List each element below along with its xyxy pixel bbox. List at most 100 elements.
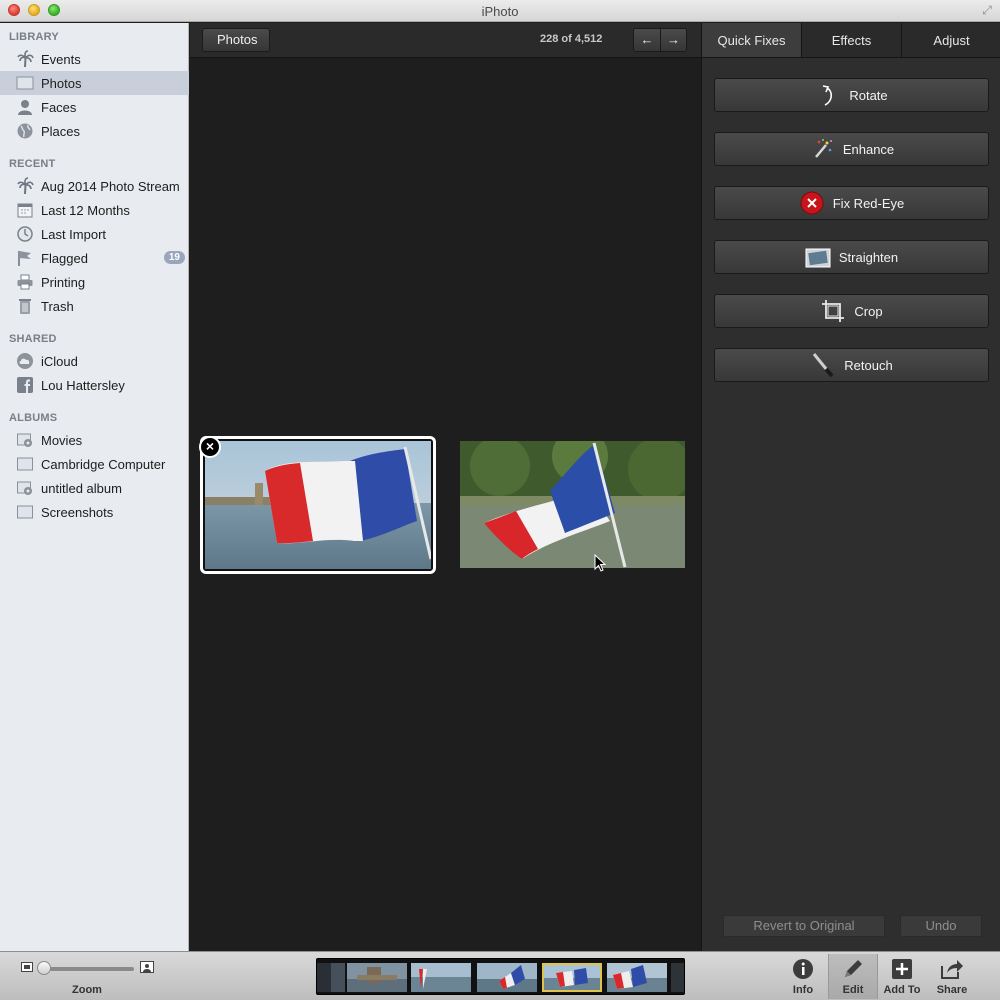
sidebar-item-label: Lou Hattersley [41, 377, 125, 393]
sidebar-item-trash[interactable]: Trash [0, 294, 189, 318]
filmstrip-thumb[interactable] [317, 963, 345, 992]
sidebar-item-label: Cambridge Computer [41, 456, 166, 472]
sidebar-item-places[interactable]: Places [0, 119, 189, 143]
sidebar-item-label: Last Import [41, 226, 107, 242]
sidebar-item-label: Trash [41, 298, 74, 314]
sidebar-item-flagged[interactable]: Flagged 19 [0, 246, 189, 270]
magic-wand-icon [809, 136, 835, 162]
fix-red-eye-label: Fix Red-Eye [832, 195, 905, 211]
plus-icon [878, 956, 926, 982]
bottom-toolbar: Zoom Info Edit Add To Share [0, 951, 1000, 1000]
filmstrip-thumb[interactable] [607, 963, 667, 992]
zoom-slider[interactable] [38, 967, 134, 971]
share-button[interactable]: Share [928, 954, 976, 999]
sidebar-item-icloud[interactable]: iCloud [0, 349, 189, 373]
photo-navigation: ← → [633, 28, 687, 52]
sidebar-item-label: Printing [41, 274, 86, 290]
enhance-label: Enhance [842, 141, 895, 157]
compare-photo[interactable] [460, 441, 685, 568]
sidebar-item-last-12-months[interactable]: Last 12 Months [0, 198, 189, 222]
large-photo-icon [140, 961, 154, 973]
close-icon[interactable]: × [199, 436, 221, 458]
sidebar-item-untitled-album[interactable]: untitled album [0, 476, 189, 500]
flag-icon [16, 249, 34, 267]
albums-header: ALBUMS [9, 412, 58, 424]
sidebar-item-screenshots[interactable]: Screenshots [0, 500, 189, 524]
straighten-button[interactable]: Straighten [714, 240, 989, 274]
next-photo-button[interactable]: → [659, 29, 686, 51]
tab-effects[interactable]: Effects [802, 23, 902, 57]
small-photo-icon [21, 962, 33, 972]
undo-button[interactable]: Undo [900, 915, 982, 937]
info-button[interactable]: Info [779, 954, 827, 999]
sidebar-item-events[interactable]: Events [0, 47, 189, 71]
album-icon [16, 503, 34, 521]
sidebar-item-last-import[interactable]: Last Import [0, 222, 189, 246]
rotate-button[interactable]: Rotate [714, 78, 989, 112]
selected-photo[interactable] [200, 436, 436, 574]
filmstrip[interactable] [316, 958, 685, 995]
share-icon [928, 956, 976, 982]
flag-photo-2 [460, 441, 685, 568]
sidebar-item-movies[interactable]: Movies [0, 428, 189, 452]
sidebar-item-lou-hattersley[interactable]: Lou Hattersley [0, 373, 189, 397]
filmstrip-thumb[interactable] [477, 963, 537, 992]
sidebar-item-faces[interactable]: Faces [0, 95, 189, 119]
printer-icon [16, 273, 34, 291]
sidebar: LIBRARY Events Photos Faces Places RECEN… [0, 23, 189, 951]
trash-icon [16, 297, 34, 315]
crop-icon [820, 298, 846, 324]
calendar-icon [16, 201, 34, 219]
revert-to-original-button[interactable]: Revert to Original [723, 915, 885, 937]
fullscreen-icon[interactable]: ⤢ [980, 3, 994, 17]
library-header: LIBRARY [9, 31, 59, 43]
previous-photo-button[interactable]: ← [634, 29, 660, 51]
tab-quick-fixes[interactable]: Quick Fixes [702, 23, 802, 57]
zoom-slider-knob[interactable] [37, 961, 51, 975]
window-title: iPhoto [481, 4, 519, 19]
palm-tree-icon [16, 177, 34, 195]
tab-adjust[interactable]: Adjust [902, 23, 1000, 57]
share-label: Share [936, 984, 968, 996]
edit-label: Edit [842, 984, 864, 996]
palm-tree-icon [16, 50, 34, 68]
rotate-icon [815, 82, 841, 108]
sidebar-item-photos[interactable]: Photos [0, 71, 189, 95]
sidebar-item-cambridge-computer[interactable]: Cambridge Computer [0, 452, 189, 476]
person-icon [16, 98, 34, 116]
edit-button[interactable]: Edit [828, 954, 878, 999]
filmstrip-thumb[interactable] [347, 963, 407, 992]
sidebar-item-label: Flagged [41, 250, 88, 266]
recent-header: RECENT [9, 158, 56, 170]
sidebar-item-printing[interactable]: Printing [0, 270, 189, 294]
fix-red-eye-button[interactable]: Fix Red-Eye [714, 186, 989, 220]
enhance-button[interactable]: Enhance [714, 132, 989, 166]
flag-photo-1 [205, 441, 431, 569]
photo-counter: 228 of 4,512 [540, 33, 603, 45]
filmstrip-thumb[interactable] [411, 963, 471, 992]
crop-button[interactable]: Crop [714, 294, 989, 328]
sidebar-item-photo-stream[interactable]: Aug 2014 Photo Stream [0, 174, 189, 198]
sidebar-item-label: Photos [41, 75, 82, 91]
smart-album-icon [16, 431, 34, 449]
pencil-icon [829, 956, 877, 982]
mouse-pointer-icon [594, 554, 606, 572]
add-to-button[interactable]: Add To [878, 954, 926, 999]
sidebar-item-label: Faces [41, 99, 77, 115]
flagged-count-badge: 19 [163, 251, 185, 264]
arrow-right-icon: → [666, 32, 680, 47]
sidebar-item-label: Screenshots [41, 504, 114, 520]
sidebar-item-label: Movies [41, 432, 83, 448]
sidebar-item-label: iCloud [41, 353, 78, 369]
title-bar: iPhoto ⤢ [0, 0, 1000, 22]
back-to-photos-button[interactable]: Photos [202, 28, 271, 52]
filmstrip-thumb[interactable] [671, 963, 684, 992]
retouch-button[interactable]: Retouch [714, 348, 989, 382]
photo-viewer: Photos 228 of 4,512 ← → × [190, 23, 701, 951]
rotate-label: Rotate [849, 87, 888, 103]
smart-album-icon [16, 479, 34, 497]
viewer-toolbar: Photos 228 of 4,512 ← → [190, 23, 701, 58]
filmstrip-thumb-selected[interactable] [542, 963, 602, 992]
sidebar-item-label: Last 12 Months [41, 202, 130, 218]
info-label: Info [792, 984, 814, 996]
